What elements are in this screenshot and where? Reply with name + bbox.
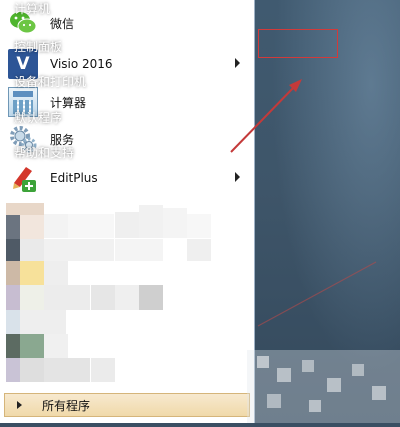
submenu-arrow-icon [235,172,240,182]
link-default-programs[interactable]: 默认程序 [14,109,62,126]
program-label: EditPlus [50,171,98,185]
watermark [247,350,400,423]
link-computer[interactable]: 计算机 [14,0,50,17]
all-programs-button[interactable]: 所有程序 [4,393,250,417]
link-devices-printers[interactable]: 设备和打印机 [14,73,86,90]
link-help-support[interactable]: 帮助和支持 [14,144,74,161]
program-label: Visio 2016 [50,57,113,71]
program-label: 计算器 [50,95,87,110]
highlight-box [258,29,338,58]
program-editplus[interactable]: EditPlus [4,161,248,195]
all-programs-label: 所有程序 [42,398,91,413]
submenu-arrow-icon [235,58,240,68]
program-label: 微信 [50,16,75,31]
expand-arrow-icon [17,401,22,409]
link-control-panel[interactable]: 控制面板 [14,38,62,55]
editplus-icon [8,163,38,193]
programs-panel: 微信 V Visio 2016 计算器 服务 EditPlus 所有程序 [0,0,255,423]
